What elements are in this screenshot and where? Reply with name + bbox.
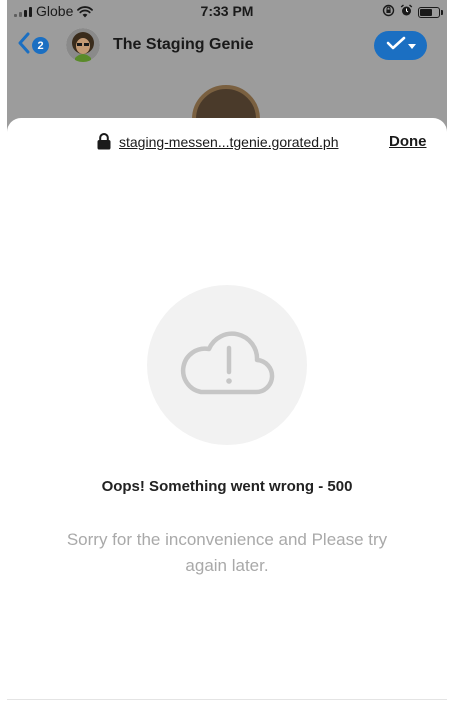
status-bar: Globe 7:33 PM bbox=[0, 0, 454, 24]
checkmark-icon bbox=[386, 36, 406, 55]
unread-count-badge: 2 bbox=[32, 37, 49, 54]
orientation-lock-icon bbox=[382, 4, 395, 20]
url-bar: staging-messen...tgenie.gorated.ph Done bbox=[7, 118, 447, 166]
back-button[interactable]: 2 bbox=[18, 32, 49, 59]
backdrop-edge bbox=[0, 0, 7, 711]
caret-down-icon bbox=[407, 37, 416, 55]
chat-title: The Staging Genie bbox=[113, 36, 254, 53]
webview-sheet: staging-messen...tgenie.gorated.ph Done … bbox=[7, 118, 447, 711]
error-illustration bbox=[147, 285, 307, 445]
chevron-left-icon bbox=[18, 32, 30, 59]
alarm-icon bbox=[400, 4, 413, 20]
error-message: Sorry for the inconvenience and Please t… bbox=[66, 530, 388, 575]
cloud-exclamation-icon bbox=[177, 326, 277, 405]
backdrop-edge bbox=[447, 0, 454, 711]
done-button[interactable]: Done bbox=[389, 133, 427, 150]
error-title: Oops! Something went wrong - 500 bbox=[101, 478, 353, 495]
battery-icon bbox=[418, 6, 443, 18]
check-menu-button[interactable] bbox=[374, 31, 427, 60]
messenger-header: 2 The Staging Genie bbox=[0, 26, 454, 66]
lock-icon bbox=[97, 133, 111, 155]
url-link[interactable]: staging-messen...tgenie.gorated.ph bbox=[119, 134, 338, 150]
bottom-divider bbox=[7, 699, 447, 700]
avatar[interactable] bbox=[66, 28, 100, 62]
status-right-icons bbox=[382, 4, 443, 20]
screen: Globe 7:33 PM 2 The Staging Genie stagin… bbox=[0, 0, 454, 711]
